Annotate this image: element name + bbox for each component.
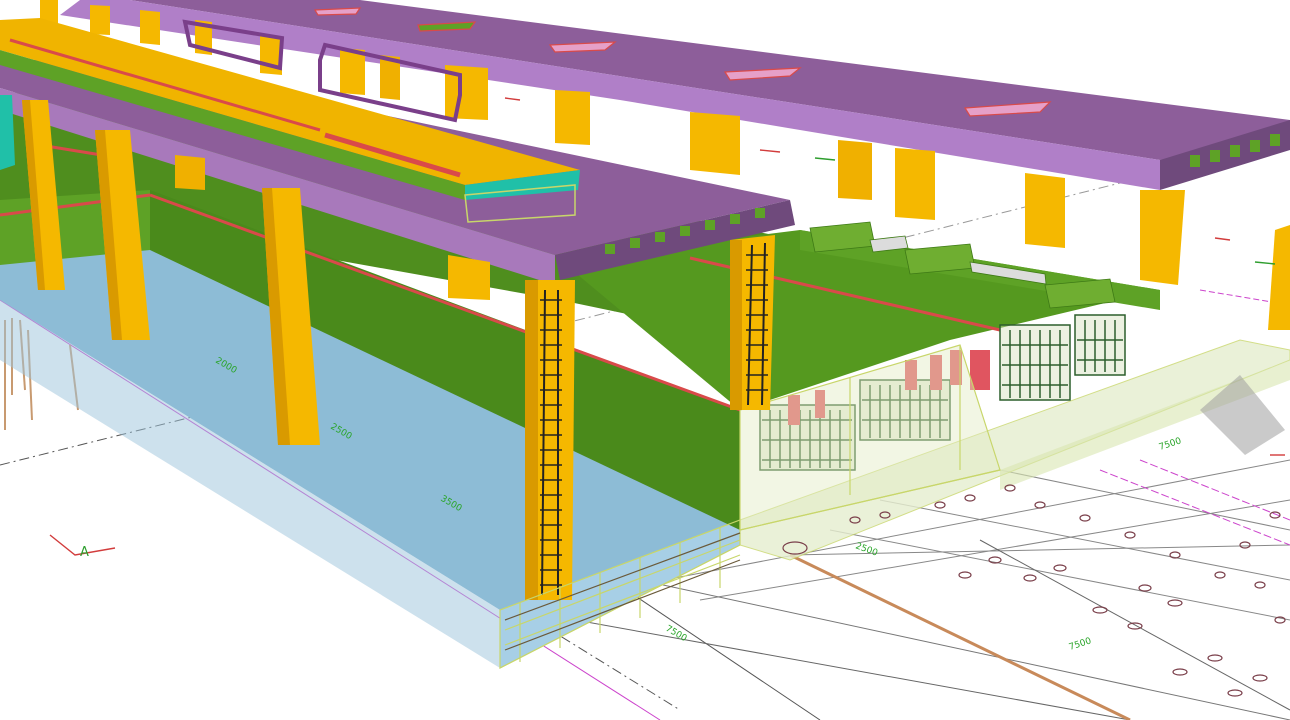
dimension-label: 2500 <box>854 541 879 558</box>
dimension-label: 7500 <box>1158 436 1183 453</box>
axis-indicator: A <box>49 534 116 560</box>
dimension-label: 7500 <box>664 624 689 644</box>
model-viewport[interactable]: 3500 7500 2000 2500 2500 7500 7500 A <box>0 0 1290 720</box>
axis-label: A <box>80 545 89 560</box>
drain-pipe <box>789 553 1131 720</box>
dimension-label: 7500 <box>1068 636 1093 653</box>
3d-scene[interactable]: 3500 7500 2000 2500 2500 7500 7500 A <box>0 0 1290 720</box>
